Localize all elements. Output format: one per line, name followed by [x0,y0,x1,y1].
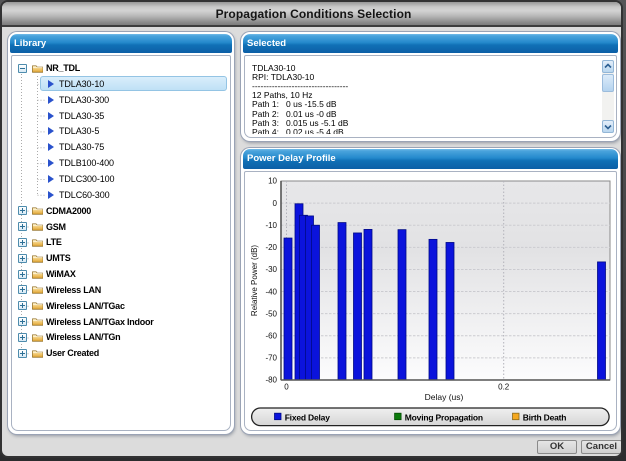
svg-text:-40: -40 [265,287,277,296]
svg-text:Relative Power (dB): Relative Power (dB) [250,244,259,315]
svg-text:0: 0 [284,382,289,391]
svg-text:-30: -30 [265,265,277,274]
svg-text:-80: -80 [265,375,277,384]
svg-text:Delay (us): Delay (us) [425,392,464,402]
svg-text:-70: -70 [265,353,277,362]
svg-text:Birth Death: Birth Death [523,412,567,422]
svg-text:-60: -60 [265,331,277,340]
svg-text:-50: -50 [265,309,277,318]
svg-text:10: 10 [268,176,277,185]
svg-text:0.2: 0.2 [498,382,510,391]
svg-text:Fixed Delay: Fixed Delay [285,412,331,422]
svg-text:-10: -10 [265,220,277,229]
svg-text:-20: -20 [265,243,277,252]
svg-text:Moving Propagation: Moving Propagation [405,412,483,422]
svg-text:0: 0 [273,198,278,207]
